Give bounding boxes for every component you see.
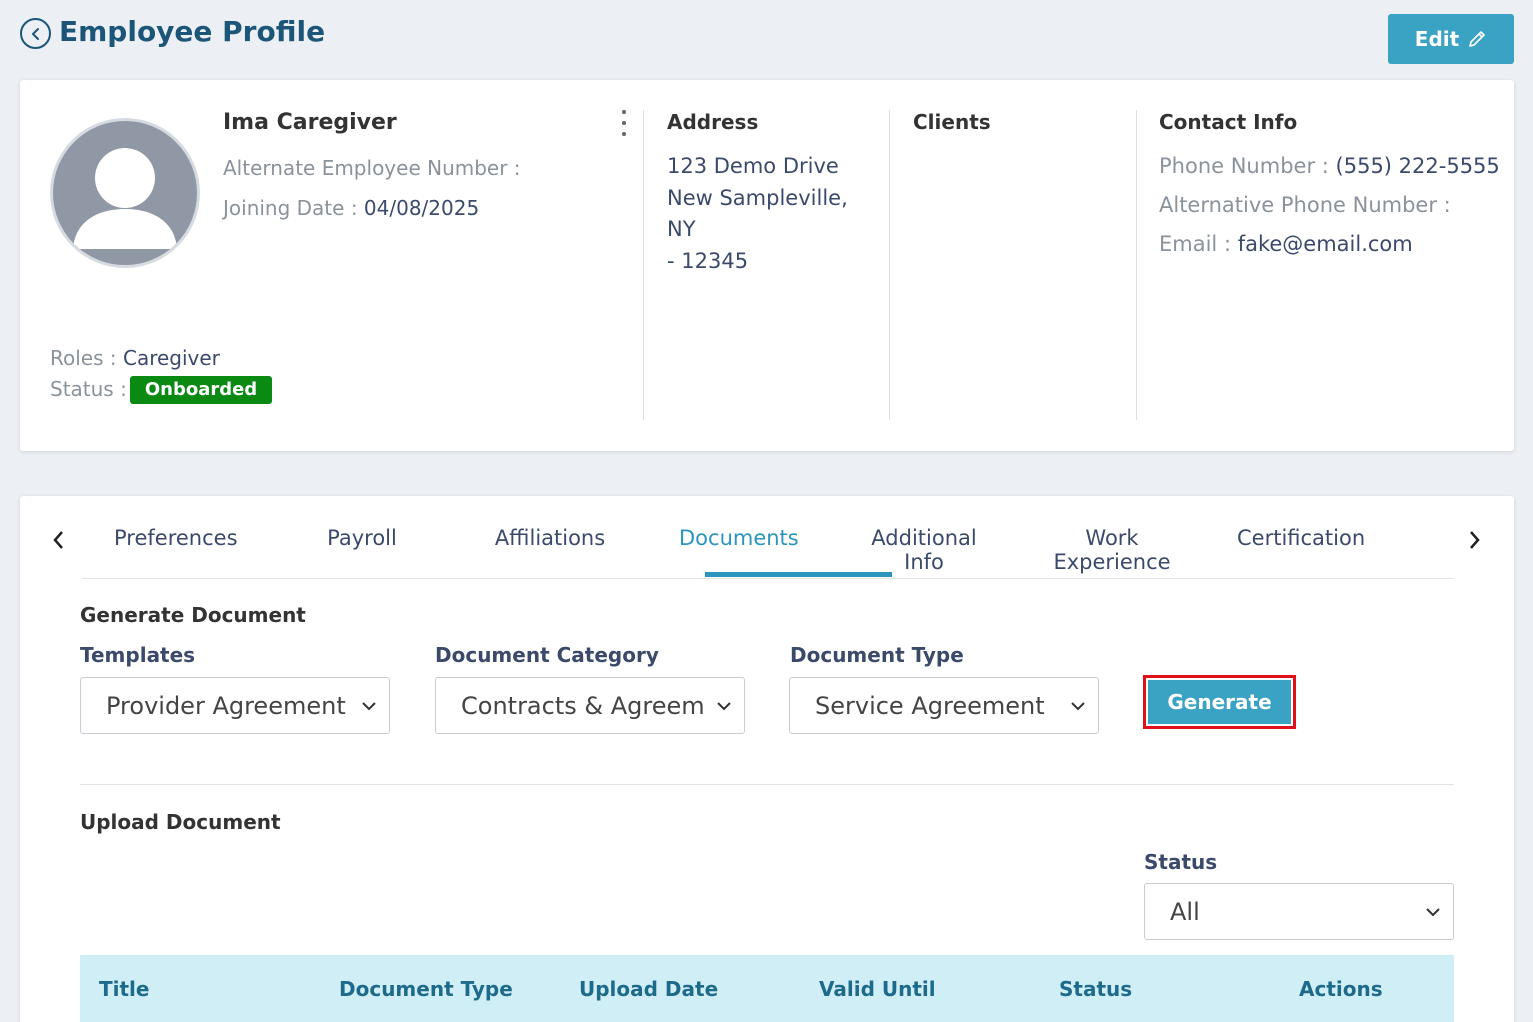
chevron-down-icon (1413, 902, 1453, 921)
tab-affiliations[interactable]: Affiliations (494, 526, 606, 550)
tabs-scroll-left-icon[interactable] (52, 530, 66, 554)
column-header-status[interactable]: Status (1059, 977, 1132, 1001)
joining-date: Joining Date : 04/08/2025 (223, 196, 480, 220)
templates-label: Templates (80, 643, 196, 667)
phone-number: Phone Number : (555) 222-5555 (1159, 154, 1500, 178)
more-options-icon[interactable] (618, 110, 630, 136)
upload-document-title: Upload Document (80, 810, 281, 834)
column-header-valid-until[interactable]: Valid Until (819, 977, 936, 1001)
generate-button-highlight: Generate (1143, 675, 1296, 729)
edit-button[interactable]: Edit (1388, 14, 1514, 64)
alt-phone-number: Alternative Phone Number : (1159, 193, 1451, 217)
address-text: 123 Demo Drive New Sampleville, NY - 123… (667, 154, 848, 273)
column-header-document-type[interactable]: Document Type (339, 977, 513, 1001)
column-header-actions: Actions (1299, 977, 1383, 1001)
generate-document-title: Generate Document (80, 603, 306, 627)
document-type-select[interactable]: Service Agreement (789, 677, 1099, 734)
divider (80, 784, 1454, 785)
chevron-down-icon (704, 696, 744, 715)
chevron-left-icon (31, 27, 39, 40)
email: Email : fake@email.com (1159, 232, 1413, 256)
generate-button[interactable]: Generate (1148, 680, 1291, 724)
profile-card: Ima Caregiver Alternate Employee Number … (20, 80, 1514, 451)
chevron-down-icon (349, 696, 389, 715)
chevron-down-icon (1058, 696, 1098, 715)
alt-employee-number: Alternate Employee Number : (223, 156, 521, 180)
back-button[interactable] (20, 18, 51, 49)
divider (643, 110, 644, 420)
tab-preferences[interactable]: Preferences (114, 526, 238, 550)
divider (889, 110, 890, 420)
templates-select[interactable]: Provider Agreement (80, 677, 390, 734)
documents-table-header: Title Document Type Upload Date Valid Un… (80, 955, 1454, 1022)
tab-payroll[interactable]: Payroll (327, 526, 397, 550)
document-type-label: Document Type (790, 643, 964, 667)
status-filter-select[interactable]: All (1144, 883, 1454, 940)
address-title: Address (667, 110, 759, 134)
column-header-upload-date[interactable]: Upload Date (579, 977, 718, 1001)
page-header: Employee Profile Edit (20, 14, 1514, 64)
clients-title: Clients (913, 110, 991, 134)
contact-info-title: Contact Info (1159, 110, 1298, 134)
active-tab-indicator (705, 572, 892, 577)
documents-card: Preferences Payroll Affiliations Documen… (20, 496, 1514, 1022)
employee-name: Ima Caregiver (223, 110, 397, 135)
document-category-label: Document Category (435, 643, 659, 667)
tab-work-experience[interactable]: Work Experience (1026, 526, 1198, 574)
tab-documents[interactable]: Documents (679, 526, 799, 550)
avatar (50, 118, 200, 268)
tabs-scroll-right-icon[interactable] (1467, 530, 1481, 554)
status-badge: Onboarded (129, 376, 273, 404)
document-category-select[interactable]: Contracts & Agreements (435, 677, 745, 734)
pencil-icon (1469, 31, 1486, 47)
tab-additional-info[interactable]: Additional Info (849, 526, 999, 574)
status: Status : Onboarded (50, 376, 273, 404)
divider (1136, 110, 1137, 420)
user-icon (73, 148, 177, 249)
column-header-title[interactable]: Title (99, 977, 149, 1001)
page-title: Employee Profile (59, 15, 326, 48)
tab-certification[interactable]: Certification (1237, 526, 1365, 550)
tabs-bar: Preferences Payroll Affiliations Documen… (82, 496, 1453, 579)
status-filter-label: Status (1144, 850, 1218, 874)
roles: Roles : Caregiver (50, 346, 220, 370)
edit-button-label: Edit (1414, 27, 1460, 51)
